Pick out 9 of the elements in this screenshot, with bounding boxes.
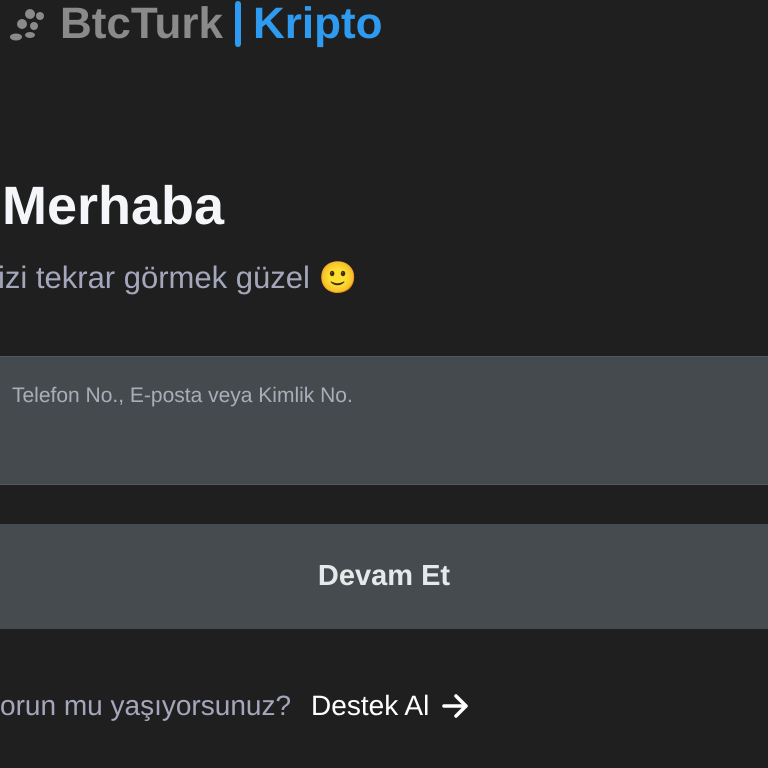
arrow-right-icon [441, 693, 470, 719]
logo-product: Kripto [252, 0, 383, 48]
login-field[interactable]: Telefon No., E-posta veya Kimlik No. [0, 356, 768, 485]
help-question: orun mu yaşıyorsunuz? [0, 689, 292, 723]
logo-brand: BtcTurk [60, 0, 223, 48]
greeting-title: Merhaba [2, 175, 224, 238]
continue-button[interactable]: Devam Et [0, 524, 768, 629]
greeting-subtitle: izi tekrar görmek güzel 🙂 [0, 259, 358, 297]
support-link[interactable]: Destek Al [311, 685, 470, 727]
